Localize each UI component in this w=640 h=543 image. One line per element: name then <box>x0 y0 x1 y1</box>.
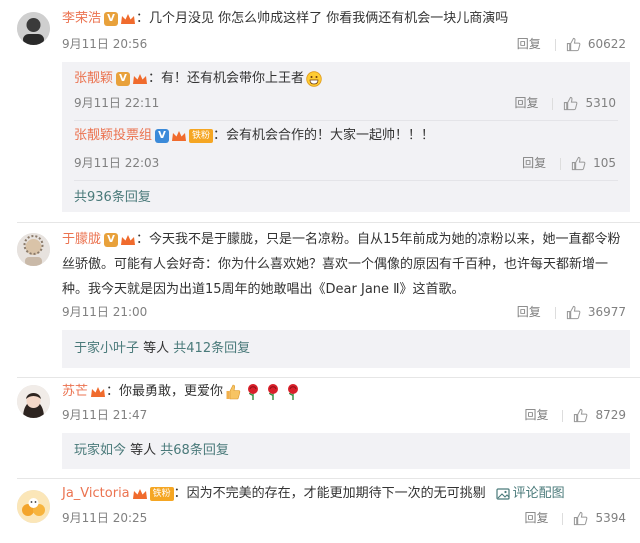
username[interactable]: Ja_Victoria <box>62 486 130 501</box>
reply-actions: 回复 105 <box>522 154 616 172</box>
username[interactable]: 李荣浩 <box>62 11 101 26</box>
comment-body: Ja_Victoria 铁粉 ：因为不完美的存在，才能更加期待下一次的无可挑剔 评论配… <box>62 483 630 505</box>
comment-divider <box>17 478 640 479</box>
subreply-body: 张靓颖投票组 V 铁粉 ：会有机会合作的！大家一起帅！！！ <box>74 125 630 147</box>
vip-crown-icon <box>132 488 147 499</box>
comment-time: 9月11日 20:25 <box>62 511 148 525</box>
reply-text: ：有！还有机会带你上王者 <box>148 71 305 86</box>
vip-crown-icon <box>172 130 187 141</box>
avatar-su-mang[interactable] <box>17 385 50 418</box>
username[interactable]: 张靓颖 <box>74 71 113 86</box>
thumbs-up-icon[interactable] <box>571 156 586 171</box>
like-count: 36977 <box>587 305 626 319</box>
more-replies-link[interactable]: 玩家如今 等人 共68条回复 <box>74 441 229 461</box>
comment-body-line-1: 于朦胧 V ：今天我不是于朦胧，只是一名凉粉。自从15年前成为她的凉粉以来，她一直都… <box>62 229 630 251</box>
vip-crown-icon <box>121 234 136 245</box>
comment-actions: 回复 36977 <box>517 303 626 321</box>
comment-actions: 回复 5394 <box>524 509 626 527</box>
vip-crown-icon <box>121 13 136 24</box>
more-replies-link[interactable]: 共936条回复 <box>74 188 151 208</box>
comment-body-line-2: 丝骄傲。可能有人会好奇：你为什么喜欢她？喜欢一个偶像的原因有千百种，也许每天都新… <box>62 254 630 276</box>
comment-text: ：今天我不是于朦胧，只是一名凉粉。自从15年前成为她的凉粉以来，她一直都令粉 <box>136 232 621 247</box>
comment-text: ：因为不完美的存在，才能更加期待下一次的无可挑剔 <box>173 486 486 501</box>
divider <box>554 306 556 319</box>
comment-time: 9月11日 21:00 <box>62 305 148 319</box>
thumbs-up-icon[interactable] <box>573 511 588 526</box>
reply-actions: 回复 5310 <box>514 94 616 112</box>
username[interactable]: 张靓颖投票组 <box>74 128 152 143</box>
reply-divider <box>74 120 618 121</box>
reply-button[interactable]: 回复 <box>517 37 541 51</box>
like-count: 60622 <box>587 37 626 51</box>
reply-button[interactable]: 回复 <box>517 305 541 319</box>
thumbs-up-icon[interactable] <box>573 408 588 423</box>
like-count: 8729 <box>595 408 626 422</box>
grin-emoji-icon <box>306 70 322 87</box>
comment-time: 9月11日 20:56 <box>62 37 148 51</box>
reply-box: 张靓颖 V ：有！还有机会带你上王者 9月11日 22:11 回复 5310 张靓颖投… <box>62 62 630 212</box>
comment-text: 丝骄傲。可能有人会好奇：你为什么喜欢她？喜欢一个偶像的原因有千百种，也许每天都新… <box>62 257 609 272</box>
comment-actions: 回复 8729 <box>524 406 626 424</box>
like-count: 5394 <box>595 511 626 525</box>
avatar-yu-menglong[interactable] <box>17 233 50 266</box>
fan-badge: 铁粉 <box>149 486 174 501</box>
divider <box>552 97 554 110</box>
divider <box>562 512 564 525</box>
reply-time: 9月11日 22:11 <box>74 96 160 110</box>
divider <box>554 38 556 51</box>
username[interactable]: 于朦胧 <box>62 232 101 247</box>
reply-text: ：会有机会合作的！大家一起帅！！！ <box>213 128 435 143</box>
reply-user[interactable]: 玩家如今 <box>74 443 126 458</box>
comment-divider <box>17 222 640 223</box>
comment-text: 种。我今天就是因为出道15周年的她敢唱出《Dear Jane Ⅱ》这首歌。 <box>62 282 465 297</box>
comment-text: ：你最勇敢，更爱你 <box>106 384 224 399</box>
avatar-li-ronghao[interactable] <box>17 12 50 45</box>
comment-body: 李荣浩 V ：几个月没见 你怎么帅成这样了 你看我俩还有机会一块儿商演吗 <box>62 8 630 30</box>
reply-count[interactable]: 共412条回复 <box>173 341 250 356</box>
comment-body-line-3: 种。我今天就是因为出道15周年的她敢唱出《Dear Jane Ⅱ》这首歌。 <box>62 279 630 301</box>
avatar-ja-victoria[interactable] <box>17 490 50 523</box>
comment-text: ：几个月没见 你怎么帅成这样了 你看我俩还有机会一块儿商演吗 <box>136 11 509 26</box>
image-icon <box>496 487 510 500</box>
comment-image-link[interactable]: 评论配图 <box>496 486 565 501</box>
divider <box>562 409 564 422</box>
comment-divider <box>17 377 640 378</box>
reply-button[interactable]: 回复 <box>524 511 548 525</box>
reply-button[interactable]: 回复 <box>514 96 538 110</box>
thumbs-up-icon[interactable] <box>566 305 581 320</box>
comment-body: 苏芒 ：你最勇敢，更爱你 <box>62 381 630 403</box>
image-link-label[interactable]: 评论配图 <box>513 486 565 501</box>
vip-crown-icon <box>133 73 148 84</box>
reply-user[interactable]: 于家小叶子 <box>74 341 139 356</box>
subreply-body: 张靓颖 V ：有！还有机会带你上王者 <box>74 68 630 90</box>
more-replies-link[interactable]: 于家小叶子 等人 共412条回复 <box>74 339 250 359</box>
rose-icon <box>288 383 299 400</box>
verified-badge-icon: V <box>116 71 131 86</box>
rose-icon <box>268 383 279 400</box>
verified-badge-icon: V <box>104 11 119 26</box>
reply-mid: 等人 <box>139 341 174 356</box>
thumbs-up-icon[interactable] <box>566 37 581 52</box>
reply-button[interactable]: 回复 <box>524 408 548 422</box>
reply-time: 9月11日 22:03 <box>74 156 160 170</box>
thumbs-up-icon[interactable] <box>563 96 578 111</box>
reply-mid: 等人 <box>126 443 161 458</box>
reply-divider <box>74 180 618 181</box>
rose-icon <box>248 383 259 400</box>
verified-badge-icon: V <box>104 232 119 247</box>
comment-actions: 回复 60622 <box>517 35 626 53</box>
like-count: 105 <box>593 156 616 170</box>
reply-button[interactable]: 回复 <box>522 156 546 170</box>
vip-crown-icon <box>91 386 106 397</box>
verified-badge-icon: V <box>155 128 170 143</box>
reply-box: 玩家如今 等人 共68条回复 <box>62 433 630 469</box>
thumbs-up-emoji-icon <box>226 384 241 399</box>
divider <box>560 157 562 170</box>
reply-count[interactable]: 共68条回复 <box>160 443 229 458</box>
comment-time: 9月11日 21:47 <box>62 408 148 422</box>
reply-box: 于家小叶子 等人 共412条回复 <box>62 330 630 368</box>
username[interactable]: 苏芒 <box>62 384 88 399</box>
fan-badge: 铁粉 <box>189 128 214 143</box>
like-count: 5310 <box>585 96 616 110</box>
